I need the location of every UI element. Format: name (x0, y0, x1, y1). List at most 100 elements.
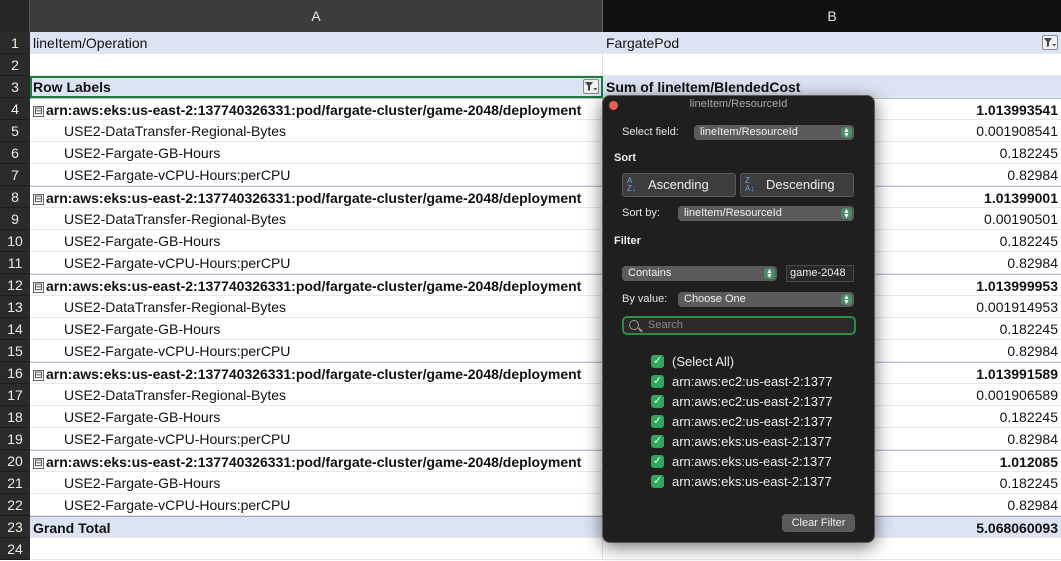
group-label[interactable]: ⊟ arn:aws:eks:us-east-2:137740326331:pod/… (30, 186, 603, 208)
report-filter-field[interactable]: lineItem/Operation (30, 32, 603, 54)
row-number[interactable]: 20 (0, 450, 30, 472)
stepper-arrows-icon: ▲ ▼ (841, 208, 852, 220)
collapse-icon[interactable]: ⊟ (33, 281, 44, 293)
checkmark-icon[interactable]: ✓ (651, 375, 664, 388)
filter-heading: Filter (614, 235, 641, 247)
clear-filter-button[interactable]: Clear Filter (782, 514, 855, 532)
detail-label[interactable]: USE2-Fargate-vCPU-Hours:perCPU (30, 164, 603, 186)
table-row: 24 (0, 538, 1061, 560)
row-number[interactable]: 18 (0, 406, 30, 428)
checkbox-item[interactable]: ✓ arn:aws:ec2:us-east-2:1377 (651, 394, 841, 411)
cell[interactable] (30, 538, 603, 560)
checkmark-icon[interactable]: ✓ (651, 475, 664, 488)
detail-label[interactable]: USE2-Fargate-vCPU-Hours:perCPU (30, 428, 603, 450)
checkbox-item[interactable]: ✓ arn:aws:eks:us-east-2:1377 (651, 474, 841, 491)
checkbox-item[interactable]: ✓ arn:aws:eks:us-east-2:1377 (651, 454, 841, 471)
table-row: 15 USE2-Fargate-vCPU-Hours:perCPU 0.8298… (0, 340, 1061, 362)
detail-label[interactable]: USE2-Fargate-GB-Hours (30, 318, 603, 340)
sort-ascending-button[interactable]: A Z↓ Ascending (622, 173, 736, 197)
collapse-icon[interactable]: ⊟ (33, 457, 44, 469)
detail-label[interactable]: USE2-Fargate-vCPU-Hours:perCPU (30, 494, 603, 516)
row-labels-filter-icon[interactable] (583, 79, 599, 94)
condition-dropdown[interactable]: Contains ▲ ▼ (622, 266, 777, 281)
select-all-corner[interactable] (0, 0, 30, 32)
row-number[interactable]: 10 (0, 230, 30, 252)
row-number[interactable]: 16 (0, 362, 30, 384)
checkmark-icon[interactable]: ✓ (651, 415, 664, 428)
sort-descending-label: Descending (766, 177, 835, 192)
table-row: 5 USE2-DataTransfer-Regional-Bytes 0.001… (0, 120, 1061, 142)
row-number[interactable]: 14 (0, 318, 30, 340)
cell[interactable] (30, 54, 603, 76)
row-number[interactable]: 2 (0, 54, 30, 76)
row-number[interactable]: 9 (0, 208, 30, 230)
row-number[interactable]: 6 (0, 142, 30, 164)
select-field-dropdown[interactable]: lineItem/ResourceId ▲ ▼ (694, 125, 854, 140)
checkbox-item[interactable]: ✓ arn:aws:ec2:us-east-2:1377 (651, 414, 841, 431)
column-header-b[interactable]: B (603, 0, 1061, 32)
search-input[interactable]: Search (622, 316, 856, 335)
row-number[interactable]: 11 (0, 252, 30, 274)
row-number[interactable]: 5 (0, 120, 30, 142)
table-row: 19 USE2-Fargate-vCPU-Hours:perCPU 0.8298… (0, 428, 1061, 450)
detail-label[interactable]: USE2-Fargate-vCPU-Hours:perCPU (30, 252, 603, 274)
row-labels-header[interactable]: Row Labels (30, 76, 603, 98)
row-number[interactable]: 4 (0, 98, 30, 120)
checkbox-item[interactable]: ✓ arn:aws:ec2:us-east-2:1377 (651, 374, 841, 391)
group-label[interactable]: ⊟ arn:aws:eks:us-east-2:137740326331:pod/… (30, 274, 603, 296)
detail-label[interactable]: USE2-DataTransfer-Regional-Bytes (30, 120, 603, 142)
detail-label[interactable]: USE2-Fargate-vCPU-Hours:perCPU (30, 340, 603, 362)
column-header-a[interactable]: A (30, 0, 603, 32)
report-filter-value[interactable]: FargatePod (603, 32, 1061, 54)
detail-label[interactable]: USE2-DataTransfer-Regional-Bytes (30, 296, 603, 318)
checkmark-icon[interactable]: ✓ (651, 395, 664, 408)
row-number[interactable]: 17 (0, 384, 30, 406)
by-value-value: Choose One (684, 293, 746, 305)
group-label[interactable]: ⊟ arn:aws:eks:us-east-2:137740326331:pod/… (30, 362, 603, 384)
row-number[interactable]: 8 (0, 186, 30, 208)
table-row: 12 ⊟ arn:aws:eks:us-east-2:137740326331:p… (0, 274, 1061, 296)
sort-descending-icon: Z A↓ (745, 176, 755, 193)
group-label[interactable]: ⊟ arn:aws:eks:us-east-2:137740326331:pod/… (30, 98, 603, 120)
filter-dropdown-icon[interactable] (1042, 35, 1058, 50)
detail-label[interactable]: USE2-Fargate-GB-Hours (30, 472, 603, 494)
grand-total-label[interactable]: Grand Total (30, 516, 603, 538)
collapse-icon[interactable]: ⊟ (33, 193, 44, 205)
checkmark-icon[interactable]: ✓ (651, 355, 664, 368)
sort-by-label: Sort by: (622, 207, 660, 219)
detail-label[interactable]: USE2-Fargate-GB-Hours (30, 406, 603, 428)
row-number[interactable]: 19 (0, 428, 30, 450)
select-field-value: lineItem/ResourceId (700, 126, 798, 138)
condition-text-input[interactable]: game-2048 (786, 265, 854, 282)
detail-label[interactable]: USE2-Fargate-GB-Hours (30, 230, 603, 252)
table-row: 10 USE2-Fargate-GB-Hours 0.182245 (0, 230, 1061, 252)
sort-descending-button[interactable]: Z A↓ Descending (740, 173, 854, 197)
collapse-icon[interactable]: ⊟ (33, 105, 44, 117)
row-number[interactable]: 24 (0, 538, 30, 560)
sort-by-dropdown[interactable]: lineItem/ResourceId ▲ ▼ (678, 206, 854, 221)
table-row: 17 USE2-DataTransfer-Regional-Bytes 0.00… (0, 384, 1061, 406)
table-row: 20 ⊟ arn:aws:eks:us-east-2:137740326331:p… (0, 450, 1061, 472)
cell[interactable] (603, 54, 1061, 76)
row-number[interactable]: 1 (0, 32, 30, 54)
row-number[interactable]: 22 (0, 494, 30, 516)
row-number[interactable]: 13 (0, 296, 30, 318)
by-value-dropdown[interactable]: Choose One ▲ ▼ (678, 292, 854, 307)
checkmark-icon[interactable]: ✓ (651, 455, 664, 468)
detail-label[interactable]: USE2-DataTransfer-Regional-Bytes (30, 384, 603, 406)
row-number[interactable]: 7 (0, 164, 30, 186)
detail-label[interactable]: USE2-DataTransfer-Regional-Bytes (30, 208, 603, 230)
collapse-icon[interactable]: ⊟ (33, 369, 44, 381)
checkmark-icon[interactable]: ✓ (651, 435, 664, 448)
row-number[interactable]: 21 (0, 472, 30, 494)
row-number[interactable]: 23 (0, 516, 30, 538)
row-number[interactable]: 3 (0, 76, 30, 98)
row-number[interactable]: 15 (0, 340, 30, 362)
table-row: 6 USE2-Fargate-GB-Hours 0.182245 (0, 142, 1061, 164)
table-row: 21 USE2-Fargate-GB-Hours 0.182245 (0, 472, 1061, 494)
group-label[interactable]: ⊟ arn:aws:eks:us-east-2:137740326331:pod/… (30, 450, 603, 472)
row-number[interactable]: 12 (0, 274, 30, 296)
detail-label[interactable]: USE2-Fargate-GB-Hours (30, 142, 603, 164)
checkbox-item[interactable]: ✓ arn:aws:eks:us-east-2:1377 (651, 434, 841, 451)
checkbox-item-select-all[interactable]: ✓ (Select All) (651, 354, 841, 371)
